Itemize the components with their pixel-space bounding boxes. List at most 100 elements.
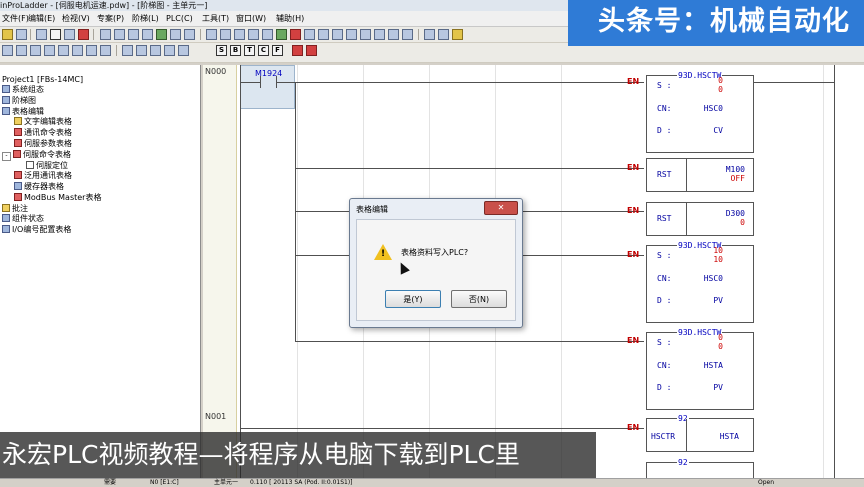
run-icon[interactable] xyxy=(78,29,89,40)
t-register-icon[interactable]: T xyxy=(244,45,255,56)
replace-icon[interactable] xyxy=(234,29,245,40)
plc-write-icon[interactable] xyxy=(184,29,195,40)
vline-icon[interactable] xyxy=(136,45,147,56)
rising-contact-icon[interactable] xyxy=(30,45,41,56)
page-icon[interactable] xyxy=(50,29,61,40)
tree-item-modbus[interactable]: ModBus Master表格 xyxy=(14,193,101,203)
function-block[interactable]: 93D.HSCTW S : 10 10 CN: HSC0 D : PV xyxy=(646,241,754,323)
b-register-icon[interactable]: B xyxy=(230,45,241,56)
save-icon[interactable] xyxy=(16,29,27,40)
table-view-icon[interactable] xyxy=(64,29,75,40)
reset-coil-icon[interactable] xyxy=(100,45,111,56)
tree-item-io-config[interactable]: I/O编号配置表格 xyxy=(2,225,71,235)
zoom-icon[interactable] xyxy=(206,29,217,40)
falling-contact-icon[interactable] xyxy=(44,45,55,56)
start-icon[interactable] xyxy=(276,29,287,40)
tree-item-label: 文字编辑表格 xyxy=(24,117,72,126)
function-block[interactable]: 93D.HSCTW S : 0 0 CN: HSC0 D : CV xyxy=(646,71,754,153)
counter-icon[interactable] xyxy=(346,29,357,40)
menu-help[interactable]: 辅助(H) xyxy=(276,11,304,26)
menu-window[interactable]: 窗口(W) xyxy=(236,11,266,26)
tile-icon[interactable] xyxy=(438,29,449,40)
hline-icon[interactable] xyxy=(122,45,133,56)
tree-item-servo-cmd[interactable]: - 伺服命令表格 xyxy=(2,150,71,161)
tree-item-table-edit[interactable]: 表格编辑 xyxy=(2,107,44,117)
not-icon[interactable] xyxy=(150,45,161,56)
yes-button[interactable]: 是(Y) xyxy=(385,290,441,308)
plc-read-icon[interactable] xyxy=(170,29,181,40)
tree-item-text-table[interactable]: 文字编辑表格 xyxy=(14,117,72,127)
operand-label: S : xyxy=(657,251,672,260)
menu-tools[interactable]: 工具(T) xyxy=(202,11,229,26)
f-register-icon[interactable]: F xyxy=(272,45,283,56)
find-icon[interactable] xyxy=(220,29,231,40)
coil-icon[interactable] xyxy=(114,29,125,40)
io-icon[interactable] xyxy=(318,29,329,40)
goto-icon[interactable] xyxy=(248,29,259,40)
tree-item-general-comm[interactable]: 泛用通讯表格 xyxy=(14,171,72,181)
status-icon[interactable] xyxy=(304,29,315,40)
monitor-icon[interactable] xyxy=(142,29,153,40)
open-icon[interactable] xyxy=(2,29,13,40)
tree-item-label: 伺服命令表格 xyxy=(23,150,71,159)
online-icon[interactable] xyxy=(156,29,167,40)
tree-item-comm-table[interactable]: 通讯命令表格 xyxy=(14,128,72,138)
function-block[interactable]: 92 HSCTR HSTA xyxy=(646,414,754,452)
menu-ladder[interactable]: 阶梯(L) xyxy=(132,11,159,26)
nc-contact-icon[interactable] xyxy=(16,45,27,56)
compile-icon[interactable] xyxy=(262,29,273,40)
servo-cmd-icon xyxy=(13,150,21,158)
output-coil-icon[interactable] xyxy=(72,45,83,56)
clear-icon[interactable] xyxy=(306,45,317,56)
text-table-icon xyxy=(14,117,22,125)
tree-item-label: 批注 xyxy=(12,204,28,213)
collapse-icon[interactable]: - xyxy=(2,152,11,161)
tree-item-servo-param[interactable]: 伺服参数表格 xyxy=(14,139,72,149)
tree-item-device-status[interactable]: 组件状态 xyxy=(2,214,44,224)
tree-item-label: I/O编号配置表格 xyxy=(12,225,72,234)
c-register-icon[interactable]: C xyxy=(258,45,269,56)
menu-edit[interactable]: 编辑(E) xyxy=(28,11,55,26)
s-register-icon[interactable]: S xyxy=(216,45,227,56)
contact-icon[interactable] xyxy=(100,29,111,40)
function-block[interactable]: RST D300 0 xyxy=(646,202,754,236)
tree-item-comment[interactable]: 批注 xyxy=(2,204,28,214)
menu-plc[interactable]: PLC(C) xyxy=(166,11,193,26)
tree-item-servo-position[interactable]: 伺服定位 xyxy=(26,161,68,171)
function-block[interactable]: 93D.HSCTW S : 0 0 CN: HSTA D : PV xyxy=(646,328,754,410)
menu-view[interactable]: 检视(V) xyxy=(62,11,90,26)
tree-item-ladder[interactable]: 阶梯图 xyxy=(2,96,36,106)
tree-item-system-config[interactable]: 系统组态 xyxy=(2,85,44,95)
timer-icon[interactable] xyxy=(332,29,343,40)
arrow-icon[interactable] xyxy=(402,29,413,40)
position-icon xyxy=(26,161,34,169)
delete-line-icon[interactable] xyxy=(178,45,189,56)
function-icon[interactable] xyxy=(128,29,139,40)
tree-item-label: 伺服参数表格 xyxy=(24,139,72,148)
help-icon[interactable] xyxy=(452,29,463,40)
no-button[interactable]: 否(N) xyxy=(451,290,507,308)
comment-icon xyxy=(2,204,10,212)
network-icon[interactable] xyxy=(388,29,399,40)
operand-value: HSC0 xyxy=(703,274,723,283)
rung-wire xyxy=(240,82,260,83)
operand-value: 0 xyxy=(740,218,745,227)
funct-block-icon[interactable] xyxy=(164,45,175,56)
comment-tool-icon[interactable] xyxy=(374,29,385,40)
function-block[interactable]: RST M100 OFF xyxy=(646,158,754,192)
register-icon[interactable] xyxy=(360,29,371,40)
print-icon[interactable] xyxy=(36,29,47,40)
tree-item-register-table[interactable]: 缓存器表格 xyxy=(14,182,64,192)
set-coil-icon[interactable] xyxy=(86,45,97,56)
delete-icon[interactable] xyxy=(292,45,303,56)
stop-icon[interactable] xyxy=(290,29,301,40)
tree-item-project[interactable]: Project1 [FBs-14MC] xyxy=(2,75,83,85)
menu-file[interactable]: 文件(F) xyxy=(2,11,29,26)
device-status-icon xyxy=(2,214,10,222)
window-icon[interactable] xyxy=(424,29,435,40)
no-contact-icon[interactable] xyxy=(2,45,13,56)
menu-project[interactable]: 专案(P) xyxy=(97,11,124,26)
parallel-icon[interactable] xyxy=(58,45,69,56)
ladder-editor[interactable]: N000 N001 M1924 EN EN EN EN EN EN 93D.HS… xyxy=(203,65,864,486)
close-button[interactable]: ✕ xyxy=(484,201,518,215)
